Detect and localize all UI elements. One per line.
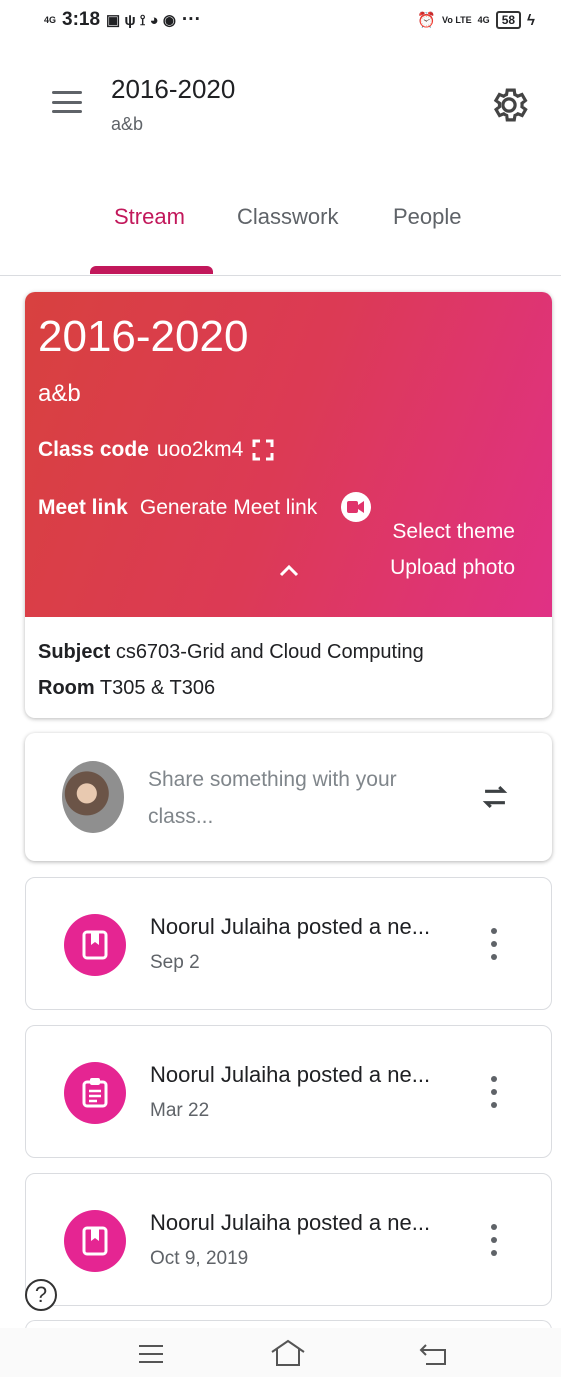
gear-icon[interactable] [488, 84, 530, 126]
clock: 3:18 [62, 9, 101, 30]
post-title: Noorul Julaiha posted a ne... [150, 1062, 431, 1087]
room-label: Room [38, 677, 95, 699]
more-notifications-icon: ··· [181, 9, 201, 30]
tab-people[interactable]: People [393, 204, 462, 230]
menu-icon[interactable] [50, 88, 84, 116]
bookmark-icon [64, 914, 126, 976]
post-date: Sep 2 [150, 952, 200, 973]
post-title: Noorul Julaiha posted a ne... [150, 1210, 431, 1235]
banner-title: 2016-2020 [38, 312, 249, 361]
repost-icon[interactable] [478, 779, 512, 815]
fullscreen-icon[interactable] [251, 438, 275, 462]
avatar [62, 761, 124, 833]
alarm-icon: ⏰ [417, 12, 436, 29]
room-row: Room T305 & T306 [38, 670, 424, 706]
meet-link-row: Meet link Generate Meet link [38, 496, 317, 520]
class-code-value: uoo2km4 [156, 438, 244, 461]
tab-bar: Stream Classwork People [0, 196, 561, 276]
subject-label: Subject [38, 641, 111, 663]
bookmark-icon [64, 1210, 126, 1272]
meet-link-label: Meet link [38, 496, 128, 519]
page-title: 2016-2020 [111, 74, 236, 104]
app-header: 2016-2020 a&b [0, 66, 561, 146]
page-subtitle: a&b [111, 114, 144, 134]
tab-classwork[interactable]: Classwork [237, 204, 338, 230]
share-with-class-card[interactable]: Share something with your class... [25, 733, 552, 861]
more-options-icon[interactable] [484, 1074, 504, 1110]
post-date: Mar 22 [150, 1100, 210, 1121]
network-type: 4G [44, 14, 57, 25]
chevron-up-icon[interactable] [277, 560, 301, 580]
subject-value: cs6703-Grid and Cloud Computing [115, 641, 424, 663]
more-options-icon[interactable] [484, 1222, 504, 1258]
more-options-icon[interactable] [484, 926, 504, 962]
battery-level: 58 [495, 11, 522, 29]
upload-photo-button[interactable]: Upload photo [390, 556, 515, 580]
active-tab-indicator [90, 266, 213, 274]
stream-post[interactable]: Noorul Julaiha posted a ne... Mar 22 [25, 1025, 552, 1158]
class-banner: 2016-2020 a&b Class code uoo2km4 Meet li… [25, 292, 552, 617]
select-theme-button[interactable]: Select theme [392, 520, 515, 544]
assignment-icon [64, 1062, 126, 1124]
recent-apps-icon[interactable] [137, 1342, 165, 1366]
subject-row: Subject cs6703-Grid and Cloud Computing [38, 634, 424, 670]
post-title: Noorul Julaiha posted a ne... [150, 914, 431, 939]
post-date: Oct 9, 2019 [150, 1248, 249, 1269]
room-value: T305 & T306 [99, 677, 216, 699]
class-details: Subject cs6703-Grid and Cloud Computing … [38, 634, 424, 706]
generate-meet-link[interactable]: Generate Meet link [140, 496, 317, 520]
banner-subtitle: a&b [38, 380, 81, 407]
class-banner-card: 2016-2020 a&b Class code uoo2km4 Meet li… [25, 292, 552, 718]
class-code-label: Class code [38, 438, 149, 461]
volte-indicator: Vo LTE [442, 14, 472, 25]
help-icon[interactable]: ? [25, 1279, 57, 1311]
stream-post[interactable]: Noorul Julaiha posted a ne... Sep 2 [25, 877, 552, 1010]
share-input[interactable]: Share something with your class... [148, 761, 438, 835]
class-code-row: Class code uoo2km4 [38, 438, 275, 462]
network-type-right: 4G [477, 14, 490, 25]
notification-icons: ▣ ψ ⟟ ◕ ◉ [106, 12, 176, 29]
back-icon[interactable] [418, 1342, 448, 1368]
status-bar: 4G 3:18 ▣ ψ ⟟ ◕ ◉ ··· ⏰ Vo LTE 4G 58 ϟ [0, 0, 561, 40]
stream-post[interactable]: Noorul Julaiha posted a ne... Oct 9, 201… [25, 1173, 552, 1306]
video-camera-icon[interactable] [341, 492, 371, 522]
home-icon[interactable] [270, 1338, 306, 1368]
tab-stream[interactable]: Stream [114, 204, 185, 230]
charging-icon: ϟ [527, 11, 535, 29]
system-nav-bar [0, 1328, 561, 1377]
